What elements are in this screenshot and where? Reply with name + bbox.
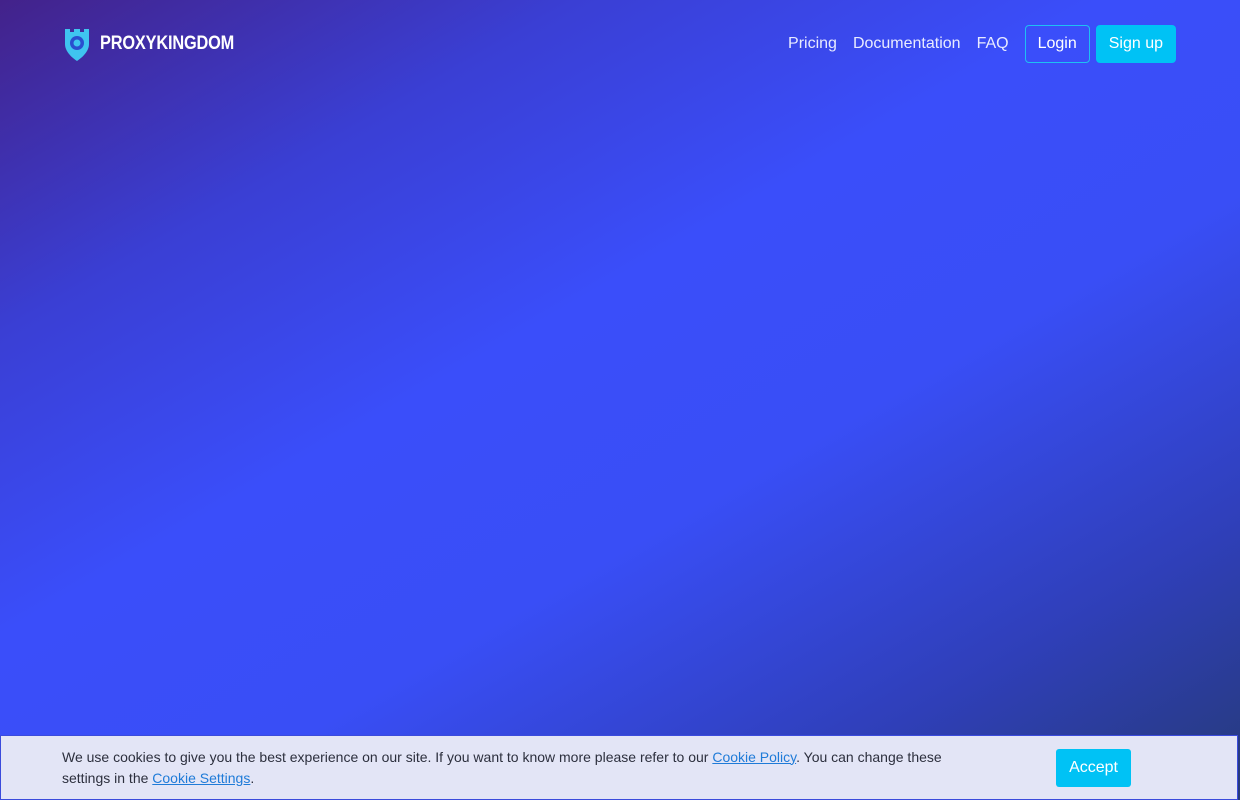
cookie-settings-link[interactable]: Cookie Settings xyxy=(152,770,250,786)
cookie-policy-link[interactable]: Cookie Policy xyxy=(712,749,796,765)
accept-cookies-button[interactable]: Accept xyxy=(1056,748,1131,787)
nav-documentation-link[interactable]: Documentation xyxy=(853,35,961,53)
brand-logo[interactable]: PROXYKINGDOM xyxy=(62,26,256,62)
login-button[interactable]: Login xyxy=(1024,25,1090,63)
nav-pricing-link[interactable]: Pricing xyxy=(788,35,837,53)
cookie-text-end: . xyxy=(250,769,255,786)
signup-button[interactable]: Sign up xyxy=(1095,25,1176,63)
landing-page: PROXYKINGDOM Pricing Documentation FAQ L… xyxy=(0,0,1240,800)
nav-faq-link[interactable]: FAQ xyxy=(977,35,1009,53)
brand-name: PROXYKINGDOM xyxy=(100,33,235,54)
cookie-message: We use cookies to give you the best expe… xyxy=(62,747,962,789)
cookie-text-intro: We use cookies to give you the best expe… xyxy=(62,748,713,765)
site-header: PROXYKINGDOM Pricing Documentation FAQ L… xyxy=(62,25,1176,63)
shield-pin-icon xyxy=(65,29,89,61)
main-nav: Pricing Documentation FAQ Login Sign up xyxy=(788,25,1176,63)
cookie-consent-banner: We use cookies to give you the best expe… xyxy=(0,735,1238,800)
